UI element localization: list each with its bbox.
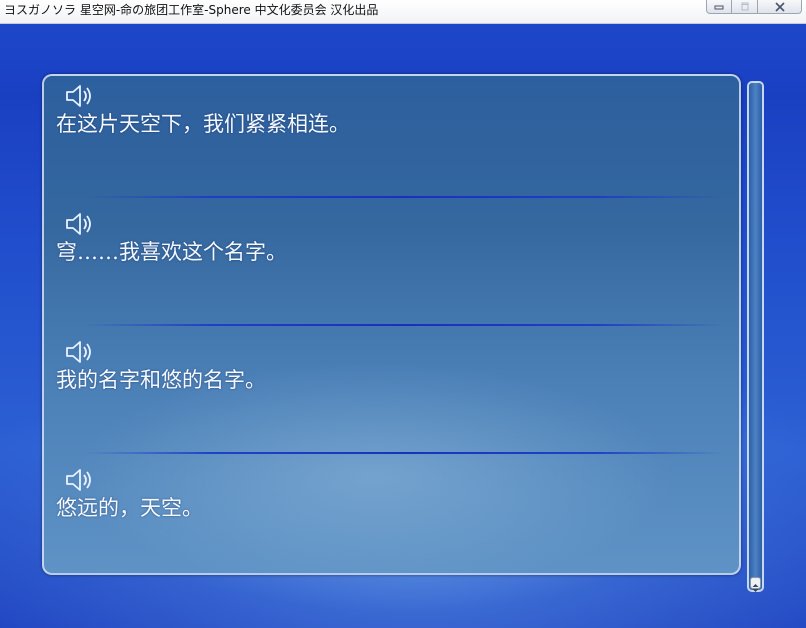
speaker-icon[interactable] xyxy=(64,468,94,492)
entry-divider xyxy=(84,324,724,326)
speaker-icon[interactable] xyxy=(64,340,94,364)
close-button[interactable] xyxy=(758,0,802,14)
scroll-arrows-icon xyxy=(752,584,759,592)
speaker-icon[interactable] xyxy=(64,212,94,236)
minimize-icon xyxy=(714,5,724,9)
backlog-line: 我的名字和悠的名字。 xyxy=(56,368,266,392)
window-controls xyxy=(706,0,802,15)
speaker-icon[interactable] xyxy=(64,84,94,108)
scroll-arrows-button[interactable] xyxy=(750,577,761,592)
game-stage: 在这片天空下，我们紧紧相连。 穹……我喜欢这个名字。 我的名字和悠的名字。 悠远… xyxy=(0,24,806,628)
window-title: ヨスガノソラ 星空网-命の旅团工作室-Sphere 中文化委员会 汉化出品 xyxy=(4,3,379,17)
backlog-panel: 在这片天空下，我们紧紧相连。 穹……我喜欢这个名字。 我的名字和悠的名字。 悠远… xyxy=(42,74,741,575)
close-icon xyxy=(774,1,785,12)
maximize-button[interactable] xyxy=(732,0,758,14)
minimize-button[interactable] xyxy=(706,0,732,14)
backlog-line: 穹……我喜欢这个名字。 xyxy=(56,240,287,264)
entry-divider xyxy=(84,196,724,198)
title-bar[interactable]: ヨスガノソラ 星空网-命の旅团工作室-Sphere 中文化委员会 汉化出品 xyxy=(0,0,806,24)
backlog-line: 悠远的，天空。 xyxy=(56,496,203,520)
maximize-icon xyxy=(741,2,748,10)
entry-divider xyxy=(84,452,724,454)
backlog-scrollbar[interactable] xyxy=(747,81,764,592)
backlog-line: 在这片天空下，我们紧紧相连。 xyxy=(56,112,350,136)
game-window: ヨスガノソラ 星空网-命の旅团工作室-Sphere 中文化委员会 汉化出品 在这… xyxy=(0,0,806,628)
